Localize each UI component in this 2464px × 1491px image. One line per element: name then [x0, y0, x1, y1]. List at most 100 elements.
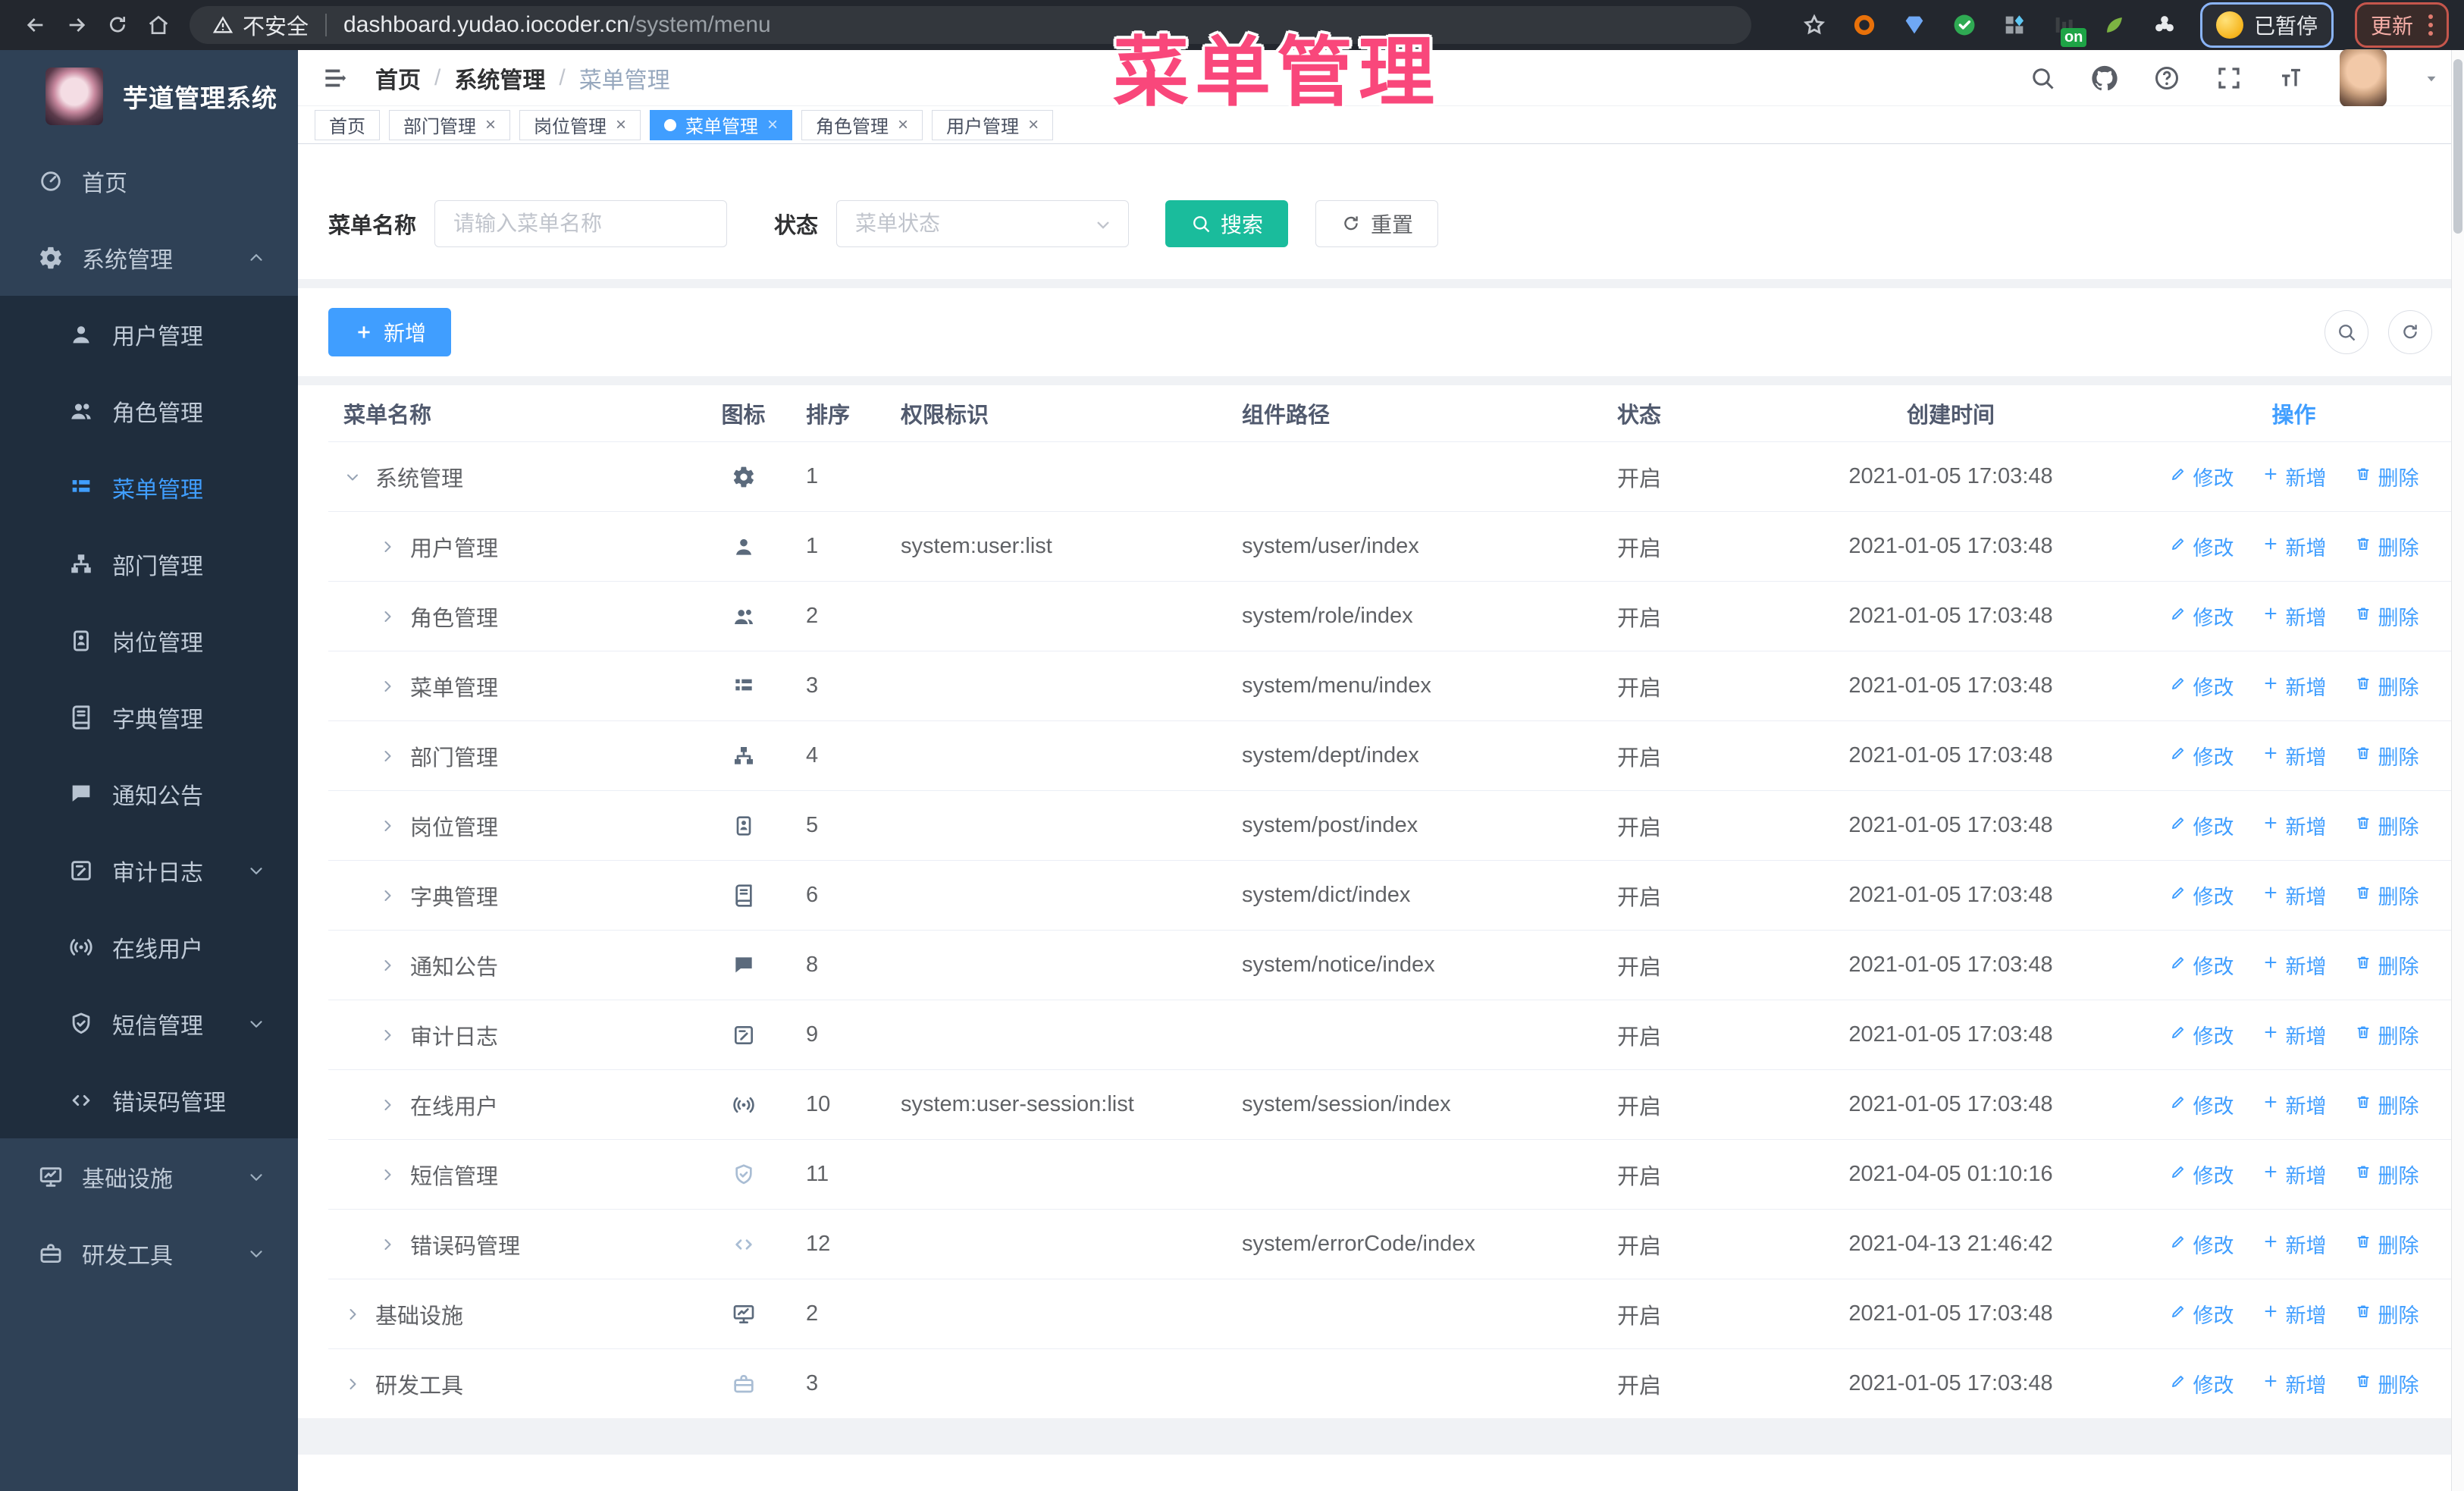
tab-首页[interactable]: 首页	[315, 109, 380, 140]
add-link[interactable]: 新增	[2262, 1160, 2327, 1189]
sidebar-logo[interactable]: 芋道管理系统	[0, 50, 298, 143]
add-link[interactable]: 新增	[2262, 1090, 2327, 1119]
tab-用户管理[interactable]: 用户管理 ×	[932, 109, 1054, 140]
address-bar[interactable]: 不安全 dashboard.yudao.iocoder.cn /system/m…	[190, 6, 1751, 44]
table-row[interactable]: 短信管理 11 开启 2021-04-05 01:10:16 修改 新增 删除	[328, 1139, 2451, 1209]
edit-link[interactable]: 修改	[2169, 880, 2234, 910]
delete-link[interactable]: 删除	[2354, 811, 2419, 840]
add-link[interactable]: 新增	[2262, 601, 2327, 631]
delete-link[interactable]: 删除	[2354, 601, 2419, 631]
table-row[interactable]: 用户管理 1 system:user:list system/user/index 开启…	[328, 511, 2451, 581]
expand-caret-icon[interactable]	[378, 747, 398, 765]
table-row[interactable]: 错误码管理 12 system/errorCode/index 开启 2021-04-1…	[328, 1209, 2451, 1279]
expand-caret-icon[interactable]	[378, 817, 398, 835]
menu-name-input[interactable]	[434, 200, 728, 247]
add-button[interactable]: 新增	[328, 308, 452, 356]
sidebar-item-字典管理[interactable]: 字典管理	[0, 679, 298, 755]
edit-link[interactable]: 修改	[2169, 1090, 2234, 1119]
search-button[interactable]: 搜索	[1165, 200, 1289, 247]
sidebar-item-用户管理[interactable]: 用户管理	[0, 296, 298, 372]
edit-link[interactable]: 修改	[2169, 601, 2234, 631]
tab-close-icon[interactable]: ×	[485, 115, 496, 134]
delete-link[interactable]: 删除	[2354, 462, 2419, 491]
edit-link[interactable]: 修改	[2169, 1229, 2234, 1259]
sidebar-item-系统管理[interactable]: 系统管理	[0, 219, 298, 296]
expand-caret-icon[interactable]	[343, 1375, 363, 1393]
add-link[interactable]: 新增	[2262, 462, 2327, 491]
sidebar-item-首页[interactable]: 首页	[0, 143, 298, 219]
browser-update-button[interactable]: 更新	[2354, 2, 2449, 48]
table-row[interactable]: 系统管理 1 开启 2021-01-05 17:03:48 修改 新增 删除	[328, 441, 2451, 511]
collapse-caret-icon[interactable]	[343, 468, 363, 486]
table-row[interactable]: 基础设施 2 开启 2021-01-05 17:03:48 修改 新增 删除	[328, 1279, 2451, 1348]
table-row[interactable]: 在线用户 10 system:user-session:list system/ses…	[328, 1069, 2451, 1139]
tab-岗位管理[interactable]: 岗位管理 ×	[519, 109, 641, 140]
delete-link[interactable]: 删除	[2354, 1090, 2419, 1119]
sidebar-item-基础设施[interactable]: 基础设施	[0, 1138, 298, 1215]
sidebar-item-岗位管理[interactable]: 岗位管理	[0, 602, 298, 679]
breadcrumb-item[interactable]: 首页	[375, 61, 421, 95]
sidebar-item-短信管理[interactable]: 短信管理	[0, 985, 298, 1062]
tab-菜单管理[interactable]: 菜单管理 ×	[650, 109, 793, 140]
status-select-input[interactable]	[836, 200, 1130, 247]
extension-ring-icon[interactable]	[1850, 11, 1879, 39]
browser-forward-button[interactable]	[56, 5, 97, 46]
extension-puzzle-icon[interactable]	[2150, 11, 2179, 39]
add-link[interactable]: 新增	[2262, 1369, 2327, 1398]
add-link[interactable]: 新增	[2262, 671, 2327, 701]
profile-paused-badge[interactable]: 已暂停	[2199, 2, 2334, 48]
kebab-menu-icon[interactable]	[2428, 14, 2433, 36]
expand-caret-icon[interactable]	[378, 1026, 398, 1044]
add-link[interactable]: 新增	[2262, 1229, 2327, 1259]
add-link[interactable]: 新增	[2262, 532, 2327, 561]
table-row[interactable]: 角色管理 2 system/role/index 开启 2021-01-05 17:03…	[328, 581, 2451, 651]
font-size-icon[interactable]	[2277, 64, 2305, 92]
expand-caret-icon[interactable]	[378, 1096, 398, 1114]
add-link[interactable]: 新增	[2262, 1020, 2327, 1050]
delete-link[interactable]: 删除	[2354, 741, 2419, 771]
edit-link[interactable]: 修改	[2169, 811, 2234, 840]
extension-gem-icon[interactable]	[1900, 11, 1929, 39]
edit-link[interactable]: 修改	[2169, 1020, 2234, 1050]
table-row[interactable]: 研发工具 3 开启 2021-01-05 17:03:48 修改 新增 删除	[328, 1348, 2451, 1418]
expand-caret-icon[interactable]	[378, 1166, 398, 1184]
delete-link[interactable]: 删除	[2354, 1369, 2419, 1398]
expand-caret-icon[interactable]	[378, 607, 398, 626]
edit-link[interactable]: 修改	[2169, 1299, 2234, 1329]
table-row[interactable]: 通知公告 8 system/notice/index 开启 2021-01-05 17:…	[328, 930, 2451, 1000]
add-link[interactable]: 新增	[2262, 1299, 2327, 1329]
scrollbar-thumb[interactable]	[2453, 59, 2462, 234]
delete-link[interactable]: 删除	[2354, 1020, 2419, 1050]
delete-link[interactable]: 删除	[2354, 1299, 2419, 1329]
expand-caret-icon[interactable]	[343, 1305, 363, 1323]
extension-leaf-icon[interactable]	[2100, 11, 2129, 39]
sidebar-collapse-icon[interactable]	[321, 64, 350, 93]
table-row[interactable]: 字典管理 6 system/dict/index 开启 2021-01-05 17:03…	[328, 860, 2451, 930]
sidebar-item-角色管理[interactable]: 角色管理	[0, 372, 298, 449]
browser-reload-button[interactable]	[97, 5, 138, 46]
sidebar-item-通知公告[interactable]: 通知公告	[0, 755, 298, 832]
breadcrumb-item[interactable]: 系统管理	[454, 61, 545, 95]
reset-button[interactable]: 重置	[1315, 200, 1439, 247]
tab-角色管理[interactable]: 角色管理 ×	[801, 109, 923, 140]
tab-close-icon[interactable]: ×	[767, 115, 778, 134]
tab-close-icon[interactable]: ×	[1028, 115, 1039, 134]
extension-dotgrid-icon[interactable]	[2000, 11, 2029, 39]
table-row[interactable]: 菜单管理 3 system/menu/index 开启 2021-01-05 17:03…	[328, 651, 2451, 720]
github-icon[interactable]	[2091, 64, 2118, 92]
sidebar-item-菜单管理[interactable]: 菜单管理	[0, 449, 298, 526]
tab-close-icon[interactable]: ×	[898, 115, 908, 134]
edit-link[interactable]: 修改	[2169, 1160, 2234, 1189]
delete-link[interactable]: 删除	[2354, 950, 2419, 980]
expand-caret-icon[interactable]	[378, 887, 398, 905]
sidebar-item-部门管理[interactable]: 部门管理	[0, 526, 298, 602]
sidebar-item-审计日志[interactable]: 审计日志	[0, 832, 298, 909]
edit-link[interactable]: 修改	[2169, 1369, 2234, 1398]
add-link[interactable]: 新增	[2262, 950, 2327, 980]
edit-link[interactable]: 修改	[2169, 532, 2234, 561]
tab-close-icon[interactable]: ×	[616, 115, 626, 134]
browser-home-button[interactable]	[138, 5, 179, 46]
edit-link[interactable]: 修改	[2169, 671, 2234, 701]
refresh-button[interactable]	[2388, 310, 2432, 354]
delete-link[interactable]: 删除	[2354, 671, 2419, 701]
